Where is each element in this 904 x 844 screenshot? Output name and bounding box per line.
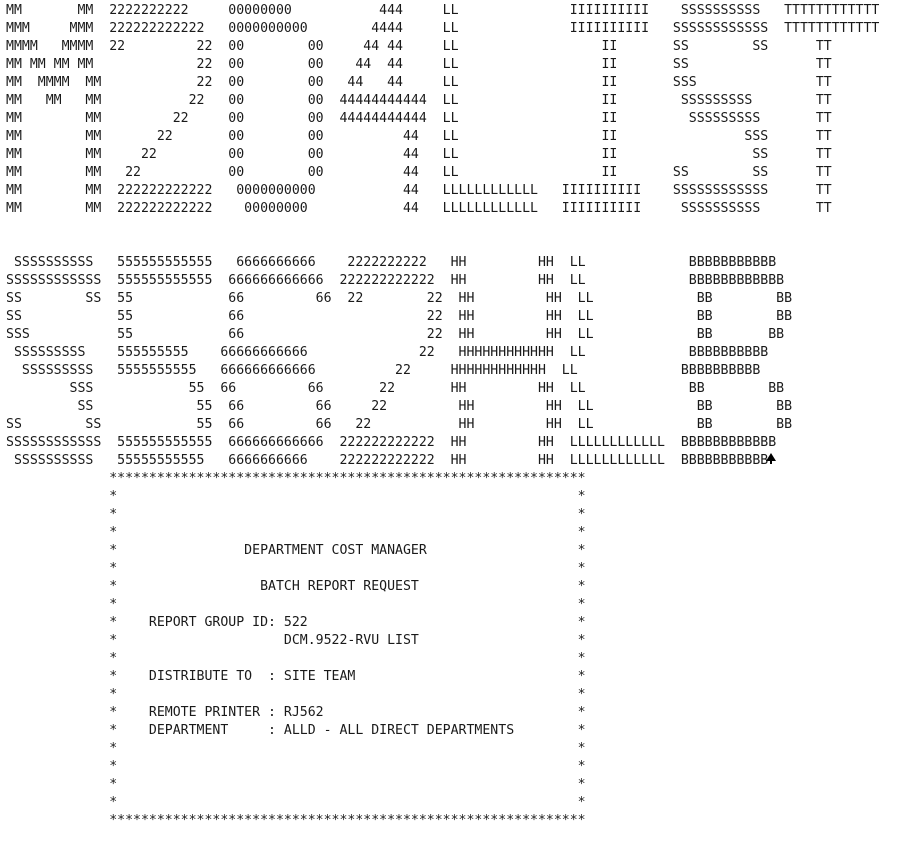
department: * DEPARTMENT : ALLD - ALL DIRECT DEPARTM… — [6, 723, 586, 738]
banner-line: SS SS 55 66 66 22 22 HH HH LL BB BB — [6, 291, 793, 306]
box-blank-line: * * — [6, 777, 586, 792]
banner-line: SS SS 55 66 66 22 HH HH LL BB BB — [6, 417, 793, 432]
report-request-box: ****************************************… — [6, 470, 904, 830]
box-blank-line: * * — [6, 507, 586, 522]
banner-line: MM MM 222222222222 00000000 44 LLLLLLLLL… — [6, 201, 832, 216]
box-blank-line: * * — [6, 651, 586, 666]
banner-line: SSSSSSSSSS 555555555555 6666666666 22222… — [6, 255, 777, 270]
banner-line: SSS 55 66 66 22 HH HH LL BB BB — [6, 381, 785, 396]
banner-line: MMM MMM 222222222222 0000000000 4444 LL … — [6, 21, 880, 36]
box-border-bottom: ****************************************… — [6, 813, 586, 828]
box-blank-line: * * — [6, 759, 586, 774]
banner-line: MM MM 22 00 00 44 LL II SS TT — [6, 147, 832, 162]
report-group-id: * REPORT GROUP ID: 522 * — [6, 615, 586, 630]
report-title: * DEPARTMENT COST MANAGER * — [6, 543, 586, 558]
distribute-to: * DISTRIBUTE TO : SITE TEAM * — [6, 669, 586, 684]
banner-m2042list: MM MM 2222222222 00000000 444 LL IIIIIII… — [6, 2, 904, 218]
banner-line: MM MM 22 00 00 44 LL II SS SS TT — [6, 165, 832, 180]
banner-line: MM MM 22 00 00 44 LL II SSS TT — [6, 129, 832, 144]
report-name: * DCM.9522-RVU LIST * — [6, 633, 586, 648]
report-subtitle: * BATCH REPORT REQUEST * — [6, 579, 586, 594]
box-blank-line: * * — [6, 687, 586, 702]
box-blank-line: * * — [6, 597, 586, 612]
banner-line: MM MM 2222222222 00000000 444 LL IIIIIII… — [6, 3, 880, 18]
box-border-top: ****************************************… — [6, 471, 586, 486]
box-blank-line: * * — [6, 561, 586, 576]
banner-line: MM MM 22 00 00 44444444444 LL II SSSSSSS… — [6, 111, 832, 126]
banner-line: MM MM MM MM 22 00 00 44 44 LL II SS TT — [6, 57, 832, 72]
banner-line: SSSSSSSSS 555555555 66666666666 22 HHHHH… — [6, 345, 769, 360]
banner-line: SSSSSSSSSSSS 555555555555 666666666666 2… — [6, 273, 785, 288]
banner-line: MM MM MM 22 00 00 44444444444 LL II SSSS… — [6, 93, 832, 108]
box-blank-line: * * — [6, 795, 586, 810]
banner-s562hlb: SSSSSSSSSS 555555555555 6666666666 22222… — [6, 254, 904, 470]
banner-line: SS 55 66 22 HH HH LL BB BB — [6, 309, 793, 324]
box-blank-line: * * — [6, 525, 586, 540]
banner-line: SSSSSSSSSSSS 555555555555 666666666666 2… — [6, 435, 777, 450]
mouse-pointer-icon — [766, 453, 776, 464]
banner-line: MMMM MMMM 22 22 00 00 44 44 LL II SS SS … — [6, 39, 832, 54]
terminal-screen: MM MM 2222222222 00000000 444 LL IIIIIII… — [6, 2, 904, 844]
banner-line: SSSSSSSSS 5555555555 666666666666 22 HHH… — [6, 363, 761, 378]
box-blank-line: * * — [6, 489, 586, 504]
banner-line: MM MMMM MM 22 00 00 44 44 LL II SSS TT — [6, 75, 832, 90]
banner-line: SS 55 66 66 22 HH HH LL BB BB — [6, 399, 793, 414]
remote-printer: * REMOTE PRINTER : RJ562 * — [6, 705, 586, 720]
banner-line: MM MM 222222222222 0000000000 44 LLLLLLL… — [6, 183, 832, 198]
box-blank-line: * * — [6, 741, 586, 756]
banner-line: SSS 55 66 22 HH HH LL BB BB — [6, 327, 785, 342]
